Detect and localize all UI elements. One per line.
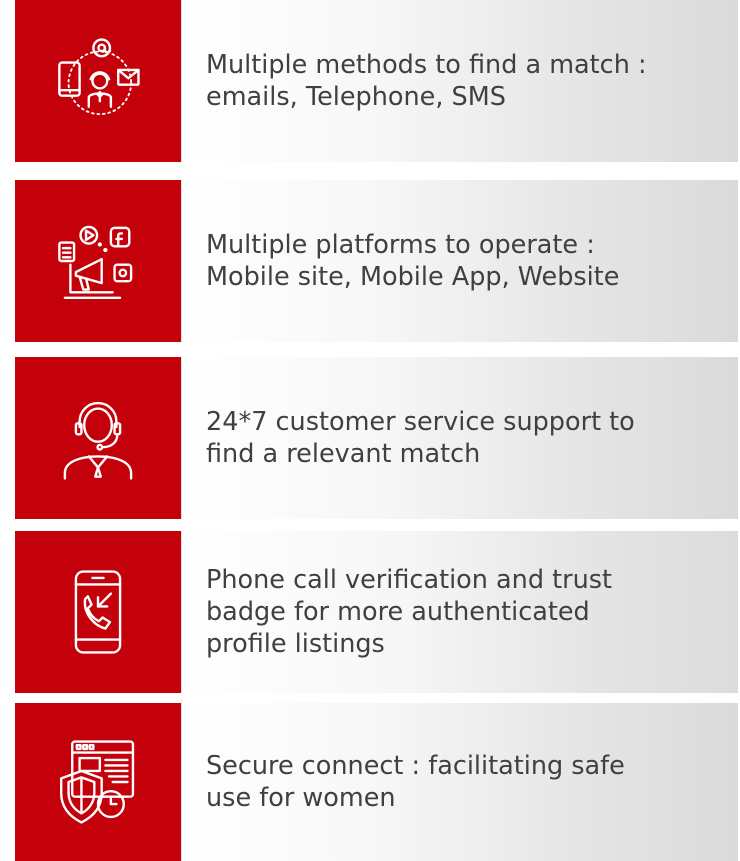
feature-text: Multiple platforms to operate : Mobile s… [206, 230, 620, 292]
feature-item-phone-verification: Phone call verification and trust badge … [15, 531, 738, 693]
feature-text: Phone call verification and trust badge … [206, 565, 613, 659]
feature-tile [15, 531, 181, 693]
feature-tile [15, 357, 181, 519]
feature-tile [15, 693, 181, 861]
customer-support-agent-icon [63, 401, 133, 480]
feature-panel: Phone call verification and trust badge … [181, 531, 738, 693]
secure-connect-shield-icon [60, 740, 135, 824]
feature-item-customer-support: 24*7 customer service support to find a … [15, 357, 738, 519]
feature-panel: Multiple methods to find a match : email… [181, 0, 738, 162]
feature-text: 24*7 customer service support to find a … [206, 407, 635, 469]
feature-panel: Multiple platforms to operate : Mobile s… [181, 180, 738, 342]
feature-item-contact-methods: Multiple methods to find a match : email… [15, 0, 738, 162]
feature-list: Multiple methods to find a match : email… [0, 0, 740, 861]
feature-tile [15, 0, 181, 162]
feature-item-secure-connect: Secure connect : facilitating safe use f… [15, 693, 738, 861]
feature-tile [15, 180, 181, 342]
phone-call-verification-icon [74, 570, 122, 654]
feature-panel: Secure connect : facilitating safe use f… [181, 693, 738, 861]
feature-text: Secure connect : facilitating safe use f… [206, 751, 625, 813]
feature-item-platforms: Multiple platforms to operate : Mobile s… [15, 180, 738, 342]
contact-methods-icon [58, 38, 140, 116]
marketing-platforms-icon [58, 225, 133, 299]
feature-text: Multiple methods to find a match : email… [206, 50, 647, 112]
feature-panel: 24*7 customer service support to find a … [181, 357, 738, 519]
